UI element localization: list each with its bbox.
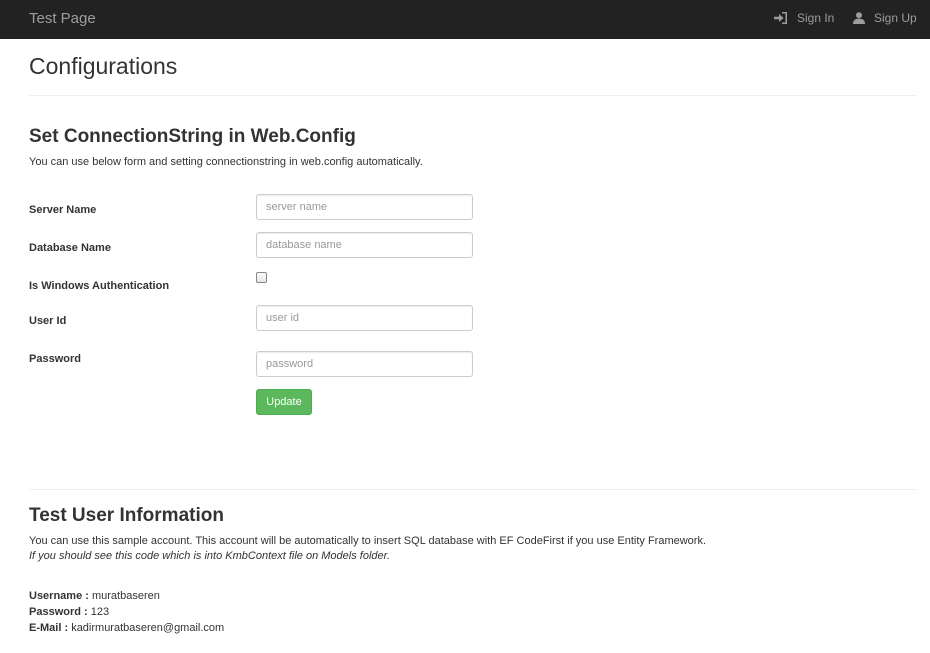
password-value: 123 (90, 606, 110, 618)
sign-in-label: Sign In (797, 11, 835, 25)
update-button[interactable]: Update (256, 389, 312, 415)
config-section-title: Set ConnectionString in Web.Config (29, 126, 356, 147)
sign-up-link[interactable]: Sign Up (853, 11, 917, 25)
password-row: Password : 123 (29, 606, 109, 618)
section-divider (29, 489, 916, 490)
database-name-input[interactable] (256, 232, 473, 258)
brand-link[interactable]: Test Page (29, 10, 96, 27)
user-id-label: User Id (29, 315, 67, 327)
log-in-icon (774, 12, 787, 24)
windows-auth-label: Is Windows Authentication (29, 280, 170, 292)
sign-in-link[interactable]: Sign In (774, 11, 834, 25)
username-label: Username : (29, 590, 89, 602)
email-row: E-Mail : kadirmuratbaseren@gmail.com (29, 622, 224, 634)
username-row: Username : muratbaseren (29, 590, 160, 602)
test-user-note: If you should see this code which is int… (29, 550, 390, 562)
title-divider (29, 95, 916, 96)
config-section-description: You can use below form and setting conne… (29, 156, 423, 168)
user-id-input[interactable] (256, 305, 473, 331)
sign-up-label: Sign Up (874, 11, 917, 25)
password-info-label: Password : (29, 606, 88, 618)
page-title: Configurations (29, 53, 178, 79)
test-user-description: You can use this sample account. This ac… (29, 535, 707, 547)
windows-auth-checkbox[interactable] (256, 272, 267, 283)
password-input[interactable] (256, 351, 473, 377)
email-value: kadirmuratbaseren@gmail.com (71, 622, 225, 634)
test-user-section-title: Test User Information (29, 505, 224, 526)
user-icon (853, 12, 865, 24)
password-label: Password (29, 353, 81, 365)
username-value: muratbaseren (91, 590, 160, 602)
top-navbar: Test Page Sign In Sign Up (0, 0, 930, 39)
database-name-label: Database Name (29, 242, 111, 254)
email-label: E-Mail : (29, 622, 69, 634)
server-name-input[interactable] (256, 194, 473, 220)
server-name-label: Server Name (29, 204, 97, 216)
